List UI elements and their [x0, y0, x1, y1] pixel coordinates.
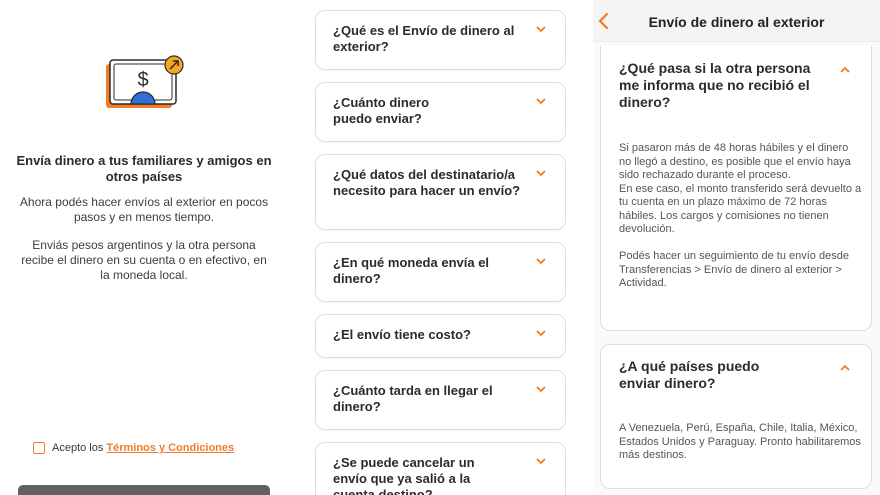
faq-answer-paragraph: A Venezuela, Perú, España, Chile, Italia… [619, 422, 861, 461]
faq-question: ¿El envío tiene costo? [333, 327, 471, 342]
intro-paragraph-1: Ahora podés hacer envíos al exterior en … [19, 195, 269, 224]
faq-answer: A Venezuela, Perú, España, Chile, Italia… [619, 422, 863, 463]
dollar-bill-send-icon: $ [106, 55, 184, 108]
faq-detail-panel: Envío de dinero al exterior ¿Qué pasa si… [593, 0, 880, 495]
terms-link[interactable]: Términos y Condiciones [106, 442, 234, 454]
chevron-down-icon [536, 26, 546, 33]
faq-item[interactable]: ¿Qué es el Envío de dinero al exterior? [315, 10, 566, 70]
page-title: Envío de dinero al exterior [648, 14, 825, 30]
chevron-down-icon [536, 170, 546, 177]
terms-row: Acepto los Términos y Condiciones [33, 442, 234, 454]
faq-question: ¿Se puede cancelar un envío que ya salió… [333, 455, 475, 495]
chevron-down-icon [536, 330, 546, 337]
intro-title: Envía dinero a tus familiares y amigos e… [16, 153, 272, 184]
faq-answer: Si pasaron más de 48 horas hábiles y el … [619, 142, 863, 291]
continue-button[interactable] [18, 485, 270, 495]
svg-text:$: $ [137, 69, 148, 91]
faq-question: ¿En qué moneda envía el dinero? [333, 255, 490, 286]
faq-question: ¿Qué es el Envío de dinero al exterior? [333, 23, 515, 54]
faq-item[interactable]: ¿Se puede cancelar un envío que ya salió… [315, 442, 566, 495]
terms-checkbox[interactable] [33, 442, 45, 454]
faq-question: ¿A qué países puedo enviar dinero? [619, 358, 760, 391]
faq-item[interactable]: ¿Qué datos del destinatario/a necesito p… [315, 154, 566, 230]
intro-panel: $ Envía dinero a tus familiares y amigos… [0, 0, 290, 495]
faq-question: ¿Qué pasa si la otra persona me informa … [619, 60, 811, 110]
chevron-down-icon [536, 258, 546, 265]
faq-question: ¿Cuánto dinero puedo enviar? [333, 95, 430, 126]
intro-paragraph-2: Enviás pesos argentinos y la otra person… [21, 238, 267, 282]
faq-item[interactable]: ¿Cuánto dinero puedo enviar? [315, 82, 566, 142]
chevron-down-icon [536, 458, 546, 465]
chevron-up-icon[interactable] [839, 66, 851, 74]
faq-question: ¿Cuánto tarda en llegar el dinero? [333, 383, 493, 414]
faq-card-expanded[interactable]: ¿A qué países puedo enviar dinero? A Ven… [600, 344, 872, 489]
faq-item[interactable]: ¿En qué moneda envía el dinero? [315, 242, 566, 302]
faq-answer-paragraph: Podés hacer un seguimiento de tu envío d… [619, 250, 849, 289]
faq-card-expanded[interactable]: ¿Qué pasa si la otra persona me informa … [600, 46, 872, 331]
chevron-up-icon[interactable] [839, 364, 851, 372]
chevron-down-icon [536, 98, 546, 105]
faq-answer-paragraph: En ese caso, el monto transferido será d… [619, 182, 862, 236]
faq-answer-paragraph: Si pasaron más de 48 horas hábiles y el … [619, 142, 851, 181]
app-header: Envío de dinero al exterior [593, 0, 880, 42]
faq-item[interactable]: ¿El envío tiene costo? [315, 314, 566, 358]
terms-prefix: Acepto los [52, 442, 104, 454]
faq-question: ¿Qué datos del destinatario/a necesito p… [333, 167, 521, 198]
faq-list-panel: ¿Qué es el Envío de dinero al exterior? … [300, 0, 585, 495]
chevron-down-icon [536, 386, 546, 393]
faq-item[interactable]: ¿Cuánto tarda en llegar el dinero? [315, 370, 566, 430]
